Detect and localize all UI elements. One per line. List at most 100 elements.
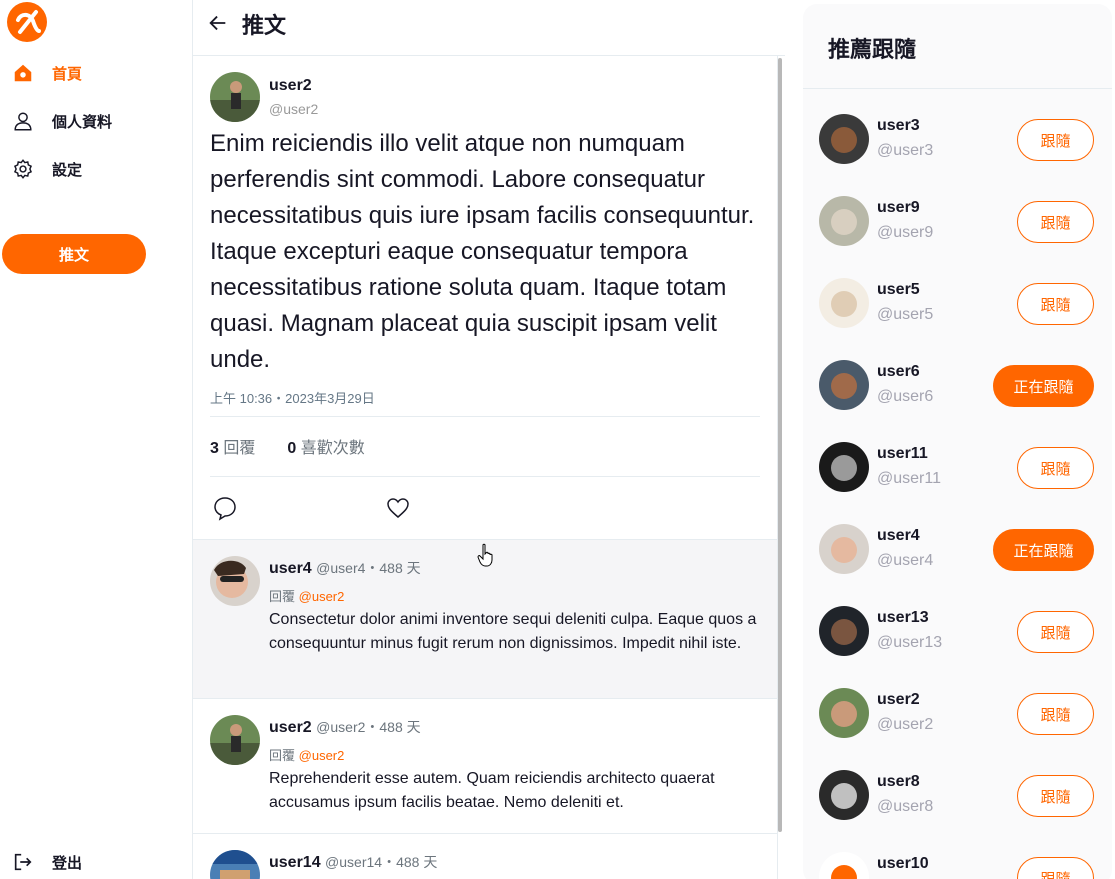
follow-button[interactable]: 跟隨 — [1017, 775, 1094, 817]
avatar[interactable] — [819, 278, 869, 328]
avatar[interactable] — [819, 770, 869, 820]
following-button[interactable]: 正在跟隨 — [993, 529, 1094, 571]
main-tweet: user2 @user2 Enim reiciendis illo velit … — [193, 56, 777, 540]
divider — [210, 476, 760, 477]
suggested-user-item[interactable]: user6 @user6 正在跟隨 — [803, 344, 1112, 426]
suggested-user-item[interactable]: user9 @user9 跟隨 — [803, 180, 1112, 262]
like-count: 0 — [287, 440, 297, 457]
follow-button[interactable]: 跟隨 — [1017, 447, 1094, 489]
reply-to-prefix: 回覆 — [269, 589, 296, 604]
like-stat: 0 喜歡次數 — [287, 434, 364, 458]
nav-item-profile[interactable]: 個人資料 — [12, 106, 112, 136]
tweet-stats: 3 回覆 0 喜歡次數 — [210, 434, 365, 458]
nav-item-settings[interactable]: 設定 — [12, 154, 82, 184]
reply-author-name: user14 — [269, 854, 321, 871]
suggested-user-name[interactable]: user2 — [877, 691, 920, 709]
logout-button[interactable]: 登出 — [12, 847, 82, 877]
avatar[interactable] — [819, 196, 869, 246]
arrow-left-icon[interactable] — [207, 12, 229, 34]
suggested-follow-panel: 推薦跟隨 user3 @user3 跟隨 user9 @user9 跟隨 user5 @use… — [803, 4, 1112, 879]
avatar[interactable] — [210, 556, 260, 606]
suggested-user-item[interactable]: user3 @user3 跟隨 — [803, 98, 1112, 180]
suggested-user-name[interactable]: user6 — [877, 363, 920, 381]
reply-count: 3 — [210, 440, 219, 457]
avatar[interactable] — [819, 688, 869, 738]
avatar[interactable] — [819, 524, 869, 574]
avatar[interactable] — [819, 852, 869, 879]
suggested-user-name[interactable]: user11 — [877, 445, 928, 463]
suggested-user-item[interactable]: user13 @user13 跟隨 — [803, 590, 1112, 672]
suggested-user-handle: @user4 — [877, 552, 934, 569]
reply-meta: @user2・488 天 — [316, 719, 421, 735]
reply-icon[interactable] — [212, 495, 238, 521]
tweet-body: Enim reiciendis illo velit atque non num… — [210, 130, 755, 373]
suggested-user-item[interactable]: user10@user10跟隨 — [803, 836, 1112, 879]
suggested-user-name[interactable]: user3 — [877, 117, 920, 135]
hand-cursor-icon — [477, 543, 493, 567]
avatar[interactable] — [819, 442, 869, 492]
reply-author-name: user4 — [269, 560, 312, 577]
suggested-user-handle: @user5 — [877, 306, 934, 323]
user-icon — [14, 112, 32, 131]
reply-meta: @user14・488 天 — [325, 854, 438, 870]
panel-title: 推薦跟隨 — [828, 37, 917, 62]
reply-author-name: user2 — [269, 719, 312, 736]
follow-button[interactable]: 跟隨 — [1017, 611, 1094, 653]
suggested-user-item[interactable]: user2 @user2 跟隨 — [803, 672, 1112, 754]
reply-meta: @user4・488 天 — [316, 560, 421, 576]
logo-icon[interactable] — [6, 1, 48, 43]
suggested-user-handle: @user6 — [877, 388, 934, 405]
nav-item-home[interactable]: 首頁 — [12, 58, 82, 88]
avatar[interactable] — [819, 360, 869, 410]
reply-stat-label: 回覆 — [223, 440, 256, 457]
suggested-user-name[interactable]: user10 — [877, 855, 929, 873]
suggested-user-name[interactable]: user13 — [877, 609, 929, 627]
tweet-author-handle: @user2 — [269, 101, 319, 117]
logout-label: 登出 — [52, 854, 83, 872]
avatar[interactable] — [819, 114, 869, 164]
following-button[interactable]: 正在跟隨 — [993, 365, 1094, 407]
reply-to: 回覆 @user2 — [269, 586, 344, 605]
follow-button[interactable]: 跟隨 — [1017, 693, 1094, 735]
follow-button[interactable]: 跟隨 — [1017, 857, 1094, 879]
follow-button[interactable]: 跟隨 — [1017, 201, 1094, 243]
avatar[interactable] — [819, 606, 869, 656]
follow-button[interactable]: 跟隨 — [1017, 119, 1094, 161]
tweet-timestamp: 上午 10:36・2023年3月29日 — [210, 391, 375, 406]
left-nav: 首頁 個人資料 設定 推文 登出 — [0, 0, 193, 879]
gear-icon — [13, 159, 33, 179]
reply-header: user4 @user4・488 天 — [269, 558, 421, 578]
tweet-author-name[interactable]: user2 — [269, 77, 312, 95]
reply-to: 回覆 @user2 — [269, 745, 344, 764]
suggested-user-name[interactable]: user5 — [877, 281, 920, 299]
nav-item-label: 設定 — [52, 161, 83, 179]
scrollbar[interactable] — [778, 58, 782, 832]
suggested-user-name[interactable]: user8 — [877, 773, 920, 791]
suggested-user-name[interactable]: user4 — [877, 527, 920, 545]
heart-icon[interactable] — [385, 495, 411, 521]
suggested-user-item[interactable]: user8 @user8 跟隨 — [803, 754, 1112, 836]
avatar[interactable] — [210, 850, 260, 879]
follow-button[interactable]: 跟隨 — [1017, 283, 1094, 325]
avatar[interactable] — [210, 72, 260, 122]
reply-text: Consectetur dolor animi inventore sequi … — [269, 611, 757, 652]
suggested-user-handle: @user9 — [877, 224, 934, 241]
suggested-user-handle: @user2 — [877, 716, 934, 733]
reply-item[interactable]: user2 @user2・488 天 回覆 @user2 Reprehender… — [193, 699, 777, 834]
suggested-user-name[interactable]: user9 — [877, 199, 920, 217]
nav-item-label: 個人資料 — [52, 113, 113, 131]
logout-icon — [14, 853, 32, 871]
suggested-user-item[interactable]: user5 @user5 跟隨 — [803, 262, 1112, 344]
app-root: 首頁 個人資料 設定 推文 登出 推文 user2 @user2 Enim re… — [0, 0, 1115, 879]
tweet-button[interactable]: 推文 — [2, 234, 146, 274]
divider — [803, 88, 1112, 89]
avatar[interactable] — [210, 715, 260, 765]
suggested-user-handle: @user3 — [877, 142, 934, 159]
nav-item-label: 首頁 — [52, 65, 83, 83]
main-column: 推文 user2 @user2 Enim reiciendis illo vel… — [193, 0, 785, 879]
reply-to-handle: @user2 — [298, 748, 345, 763]
page-title: 推文 — [242, 13, 287, 38]
suggested-user-item[interactable]: user4 @user4 正在跟隨 — [803, 508, 1112, 590]
suggested-user-item[interactable]: user11 @user11 跟隨 — [803, 426, 1112, 508]
reply-item[interactable]: user14 @user14・488 天 — [193, 834, 777, 879]
